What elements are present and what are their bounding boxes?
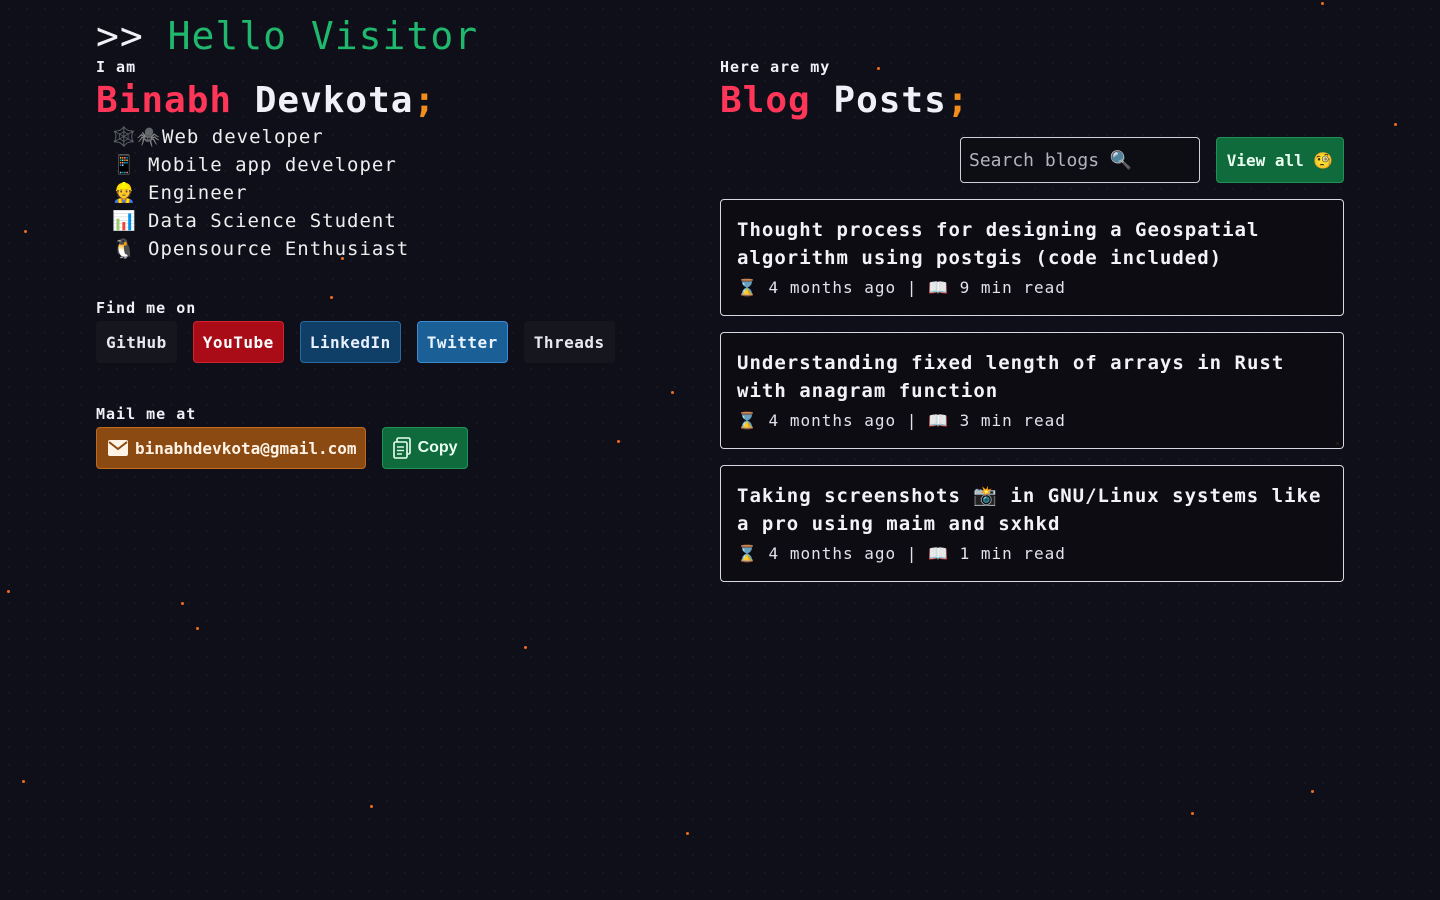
social-section: Find me on GitHub YouTube LinkedIn Twitt… [96,299,656,363]
hello-heading: >> Hello Visitor [96,14,478,58]
blog-heading-first: Blog [720,80,811,121]
role-label: Opensource Enthusiast [148,238,410,260]
role-item: 👷 Engineer [112,179,656,207]
role-item: 🕸️🕷️Web developer [112,123,656,151]
youtube-link[interactable]: YouTube [192,321,284,363]
penguin-icon: 🐧 [112,238,137,260]
blog-label: Here are my [720,58,831,76]
construction-worker-icon: 👷 [112,182,137,204]
role-label: Mobile app developer [148,154,397,176]
blog-post-meta: ⌛ 4 months ago | 📖 3 min read [737,411,1066,430]
search-blogs-input[interactable] [960,137,1200,183]
blog-toolbar: View all 🧐 [720,137,1344,183]
role-item: 📊 Data Science Student [112,207,656,235]
blog-post-card[interactable]: Understanding fixed length of arrays in … [720,332,1344,449]
profile-name: Binabh Devkota; [96,80,656,121]
blog-heading-suffix: ; [946,80,970,121]
copy-label: Copy [417,439,458,456]
mail-label: Mail me at [96,405,197,423]
bar-chart-icon: 📊 [112,210,137,232]
github-link[interactable]: GitHub [96,321,177,363]
clipboard-icon [392,437,411,459]
blog-post-title[interactable]: Thought process for designing a Geospati… [737,216,1327,272]
blog-post-meta: ⌛ 4 months ago | 📖 9 min read [737,278,1066,297]
view-all-button[interactable]: View all 🧐 [1216,137,1344,183]
role-label: Data Science Student [148,210,397,232]
profile-section: I am Binabh Devkota; 🕸️🕷️Web developer 📱… [96,58,656,469]
email-address: binabhdevkota@gmail.com [135,438,357,458]
blog-post-title[interactable]: Understanding fixed length of arrays in … [737,349,1327,405]
social-links: GitHub YouTube LinkedIn Twitter Threads [96,321,656,363]
first-name: Binabh [96,80,233,121]
roles-list: 🕸️🕷️Web developer 📱 Mobile app developer … [112,123,656,263]
envelope-icon [108,440,128,456]
greeting-text: Hello Visitor [167,14,479,58]
blog-post-card[interactable]: Taking screenshots 📸 in GNU/Linux system… [720,465,1344,582]
mail-section: Mail me at binabhdevkota@gmail.com Copy [96,405,656,469]
copy-email-button[interactable]: Copy [381,427,468,469]
twitter-link[interactable]: Twitter [416,321,508,363]
email-button[interactable]: binabhdevkota@gmail.com [96,427,366,469]
blog-post-title[interactable]: Taking screenshots 📸 in GNU/Linux system… [737,482,1327,538]
name-suffix: ; [413,80,437,121]
threads-link[interactable]: Threads [523,321,615,363]
blog-heading-last: Posts [833,80,947,121]
role-item: 📱 Mobile app developer [112,151,656,179]
role-label: Engineer [148,182,248,204]
blog-section: Here are my Blog Posts; View all 🧐 Thoug… [720,58,1344,582]
blog-post-card[interactable]: Thought process for designing a Geospati… [720,199,1344,316]
intro-label: I am [96,58,137,76]
blog-heading: Blog Posts; [720,80,1344,121]
role-item: 🐧 Opensource Enthusiast [112,235,656,263]
spider-web-icon: 🕸️🕷️ [112,126,162,148]
linkedin-link[interactable]: LinkedIn [299,321,401,363]
mobile-phone-icon: 📱 [112,154,137,176]
terminal-prompt: >> [96,14,144,58]
role-label: Web developer [162,126,324,148]
blog-post-meta: ⌛ 4 months ago | 📖 1 min read [737,544,1066,563]
mail-actions: binabhdevkota@gmail.com Copy [96,427,656,469]
last-name: Devkota [254,80,414,121]
social-label: Find me on [96,299,197,317]
blog-post-list: Thought process for designing a Geospati… [720,199,1344,582]
